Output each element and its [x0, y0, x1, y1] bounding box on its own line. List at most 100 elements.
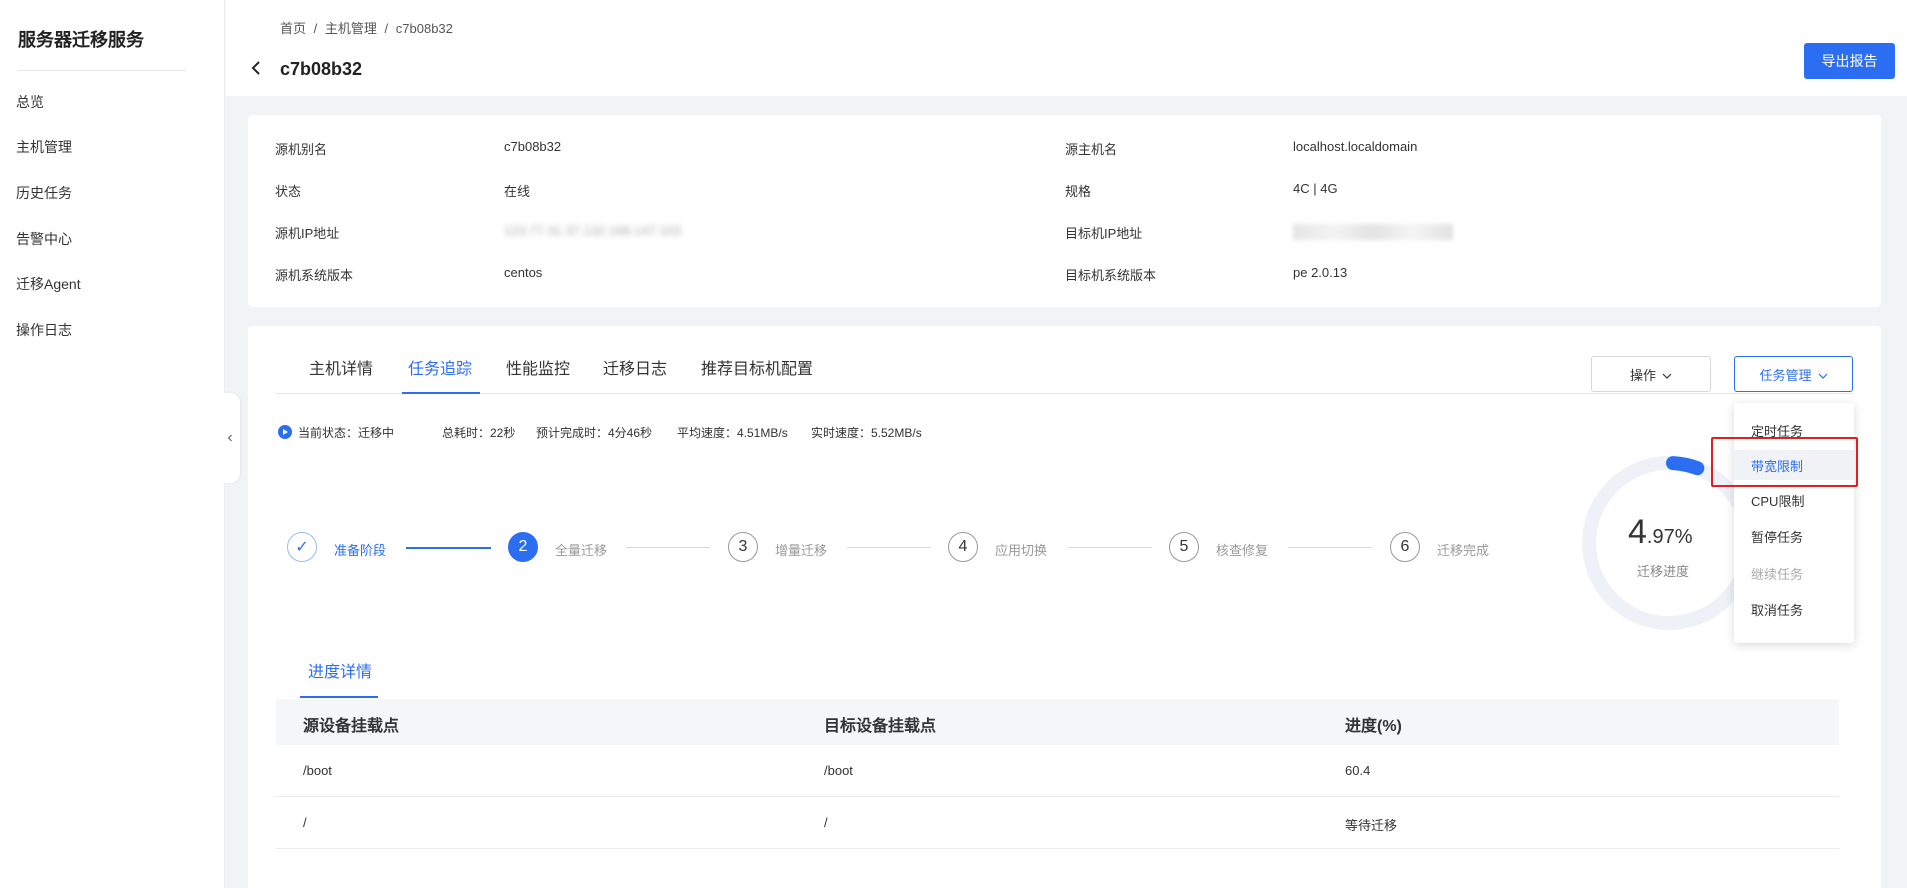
source-alias-label: 源机别名 — [275, 142, 328, 157]
sidebar-item-overview[interactable]: 总览 — [16, 92, 44, 112]
menu-item-cpu-limit[interactable]: CPU限制 — [1734, 485, 1854, 515]
page-title: c7b08b32 — [280, 59, 363, 79]
task-tracking-card: 主机详情 任务追踪 性能监控 迁移日志 推荐目标机配置 操作 任务管理 当前状态… — [248, 326, 1881, 888]
sub-tab-indicator — [300, 696, 378, 698]
task-management-dropdown-button[interactable]: 任务管理 — [1734, 356, 1853, 392]
step-4-indicator: 4 — [948, 532, 978, 562]
sidebar-item-history-tasks[interactable]: 历史任务 — [16, 183, 72, 203]
breadcrumb-separator: / — [384, 21, 389, 36]
tab-progress-details[interactable]: 进度详情 — [308, 658, 372, 682]
active-tab-indicator — [402, 392, 480, 394]
sidebar-collapse-button[interactable]: ‹ — [220, 393, 240, 483]
step-connector — [626, 547, 710, 548]
target-ip-redacted — [1293, 224, 1453, 240]
breadcrumb-host-management[interactable]: 主机管理 — [325, 21, 377, 36]
operations-label: 操作 — [1629, 367, 1656, 383]
tabs-divider — [275, 393, 1854, 394]
tab-performance-monitor[interactable]: 性能监控 — [506, 355, 570, 379]
page-header: 首页 / 主机管理 / c7b08b32 c7b08b32 导出报告 — [226, 0, 1907, 96]
step-1-label: 准备阶段 — [334, 543, 387, 558]
operations-dropdown-button[interactable]: 操作 — [1591, 356, 1711, 392]
target-ip-label: 目标机IP地址 — [1065, 226, 1143, 241]
breadcrumb: 首页 / 主机管理 / c7b08b32 — [280, 18, 457, 37]
breadcrumb-home[interactable]: 首页 — [280, 21, 306, 36]
sidebar-item-host-management[interactable]: 主机管理 — [16, 137, 72, 157]
source-ip-value: 123.77.31.37.132.168.147.103 — [504, 223, 682, 238]
source-ip-label: 源机IP地址 — [275, 226, 340, 241]
chevron-down-icon — [1662, 367, 1672, 382]
step-6-label: 迁移完成 — [1437, 543, 1490, 558]
host-info-card: 源机别名 c7b08b32 状态 在线 源机IP地址 123.77.31.37.… — [248, 115, 1881, 307]
step-5-indicator: 5 — [1169, 532, 1199, 562]
target-os-value: pe 2.0.13 — [1293, 265, 1348, 280]
progress-percent-decimal: .97% — [1646, 526, 1693, 548]
tab-migration-log[interactable]: 迁移日志 — [603, 355, 667, 379]
step-3-label: 增量迁移 — [775, 543, 828, 558]
breadcrumb-separator: / — [313, 21, 318, 36]
column-header-progress: 进度(%) — [1345, 718, 1402, 735]
table-header: 源设备挂载点 目标设备挂载点 进度(%) — [276, 699, 1839, 745]
step-connector — [406, 547, 491, 549]
highlight-annotation-box — [1711, 437, 1858, 487]
step-2-label: 全量迁移 — [555, 543, 608, 558]
progress-caption: 迁移进度 — [1637, 564, 1690, 579]
source-hostname-value: localhost.localdomain — [1293, 139, 1418, 154]
spec-value: 4C | 4G — [1293, 181, 1338, 196]
back-arrow-icon[interactable] — [250, 60, 264, 76]
table-row: /boot /boot 60.4 — [276, 745, 1839, 797]
current-status: 当前状态：迁移中 — [298, 426, 395, 440]
step-connector — [847, 547, 931, 548]
spec-label: 规格 — [1065, 184, 1092, 199]
menu-item-pause-task[interactable]: 暂停任务 — [1734, 521, 1854, 551]
sidebar-item-alarm-center[interactable]: 告警中心 — [16, 229, 72, 249]
step-connector — [1068, 547, 1152, 548]
elapsed-time: 总耗时：22秒 — [442, 426, 516, 440]
step-5-label: 核查修复 — [1216, 543, 1269, 558]
task-management-label: 任务管理 — [1759, 367, 1812, 383]
column-header-source-mount: 源设备挂载点 — [303, 718, 400, 735]
estimated-completion: 预计完成时：4分46秒 — [536, 426, 653, 440]
play-status-icon — [278, 425, 292, 439]
progress-table: 源设备挂载点 目标设备挂载点 进度(%) /boot /boot 60.4 / … — [276, 699, 1839, 849]
source-mount-cell: /boot — [303, 763, 332, 778]
source-mount-cell: / — [303, 815, 307, 830]
source-os-value: centos — [504, 265, 543, 280]
target-mount-cell: /boot — [824, 763, 853, 778]
step-connector — [1288, 547, 1372, 548]
step-2-indicator: 2 — [508, 532, 538, 562]
progress-percent-integer: 4 — [1628, 513, 1647, 551]
sidebar-item-migration-agent[interactable]: 迁移Agent — [16, 274, 81, 294]
progress-arc — [1665, 456, 1705, 476]
step-1-check-icon: ✓ — [287, 532, 317, 562]
target-os-label: 目标机系统版本 — [1065, 268, 1157, 283]
status-value: 在线 — [504, 184, 531, 199]
source-alias-value: c7b08b32 — [504, 139, 562, 154]
step-6-indicator: 6 — [1390, 532, 1420, 562]
progress-cell: 等待迁移 — [1345, 818, 1398, 833]
source-hostname-label: 源主机名 — [1065, 142, 1118, 157]
menu-item-resume-task: 继续任务 — [1751, 566, 1804, 582]
sidebar-item-operation-log[interactable]: 操作日志 — [16, 320, 72, 340]
sidebar-divider — [18, 70, 186, 71]
sidebar-title: 服务器迁移服务 — [18, 30, 144, 50]
table-row: / / 等待迁移 — [276, 797, 1839, 849]
target-mount-cell: / — [824, 815, 828, 830]
chevron-down-icon — [1818, 367, 1828, 382]
tab-host-details[interactable]: 主机详情 — [309, 355, 373, 379]
progress-percent: 4.97% — [1628, 513, 1693, 552]
export-report-button[interactable]: 导出报告 — [1804, 43, 1895, 79]
average-speed: 平均速度：4.51MB/s — [677, 426, 788, 440]
step-3-indicator: 3 — [728, 532, 758, 562]
chevron-left-icon: ‹ — [227, 429, 233, 446]
status-label: 状态 — [275, 184, 302, 199]
tab-task-tracking[interactable]: 任务追踪 — [408, 355, 472, 379]
tab-recommended-target-config[interactable]: 推荐目标机配置 — [701, 355, 813, 379]
source-os-label: 源机系统版本 — [275, 268, 354, 283]
column-header-target-mount: 目标设备挂载点 — [824, 718, 937, 735]
step-4-label: 应用切换 — [995, 543, 1048, 558]
realtime-speed: 实时速度：5.52MB/s — [811, 426, 922, 440]
menu-item-cancel-task[interactable]: 取消任务 — [1734, 594, 1854, 624]
sidebar: 服务器迁移服务 总览 主机管理 历史任务 告警中心 迁移Agent 操作日志 — [0, 0, 225, 888]
breadcrumb-current: c7b08b32 — [395, 21, 453, 36]
progress-cell: 60.4 — [1345, 763, 1371, 778]
